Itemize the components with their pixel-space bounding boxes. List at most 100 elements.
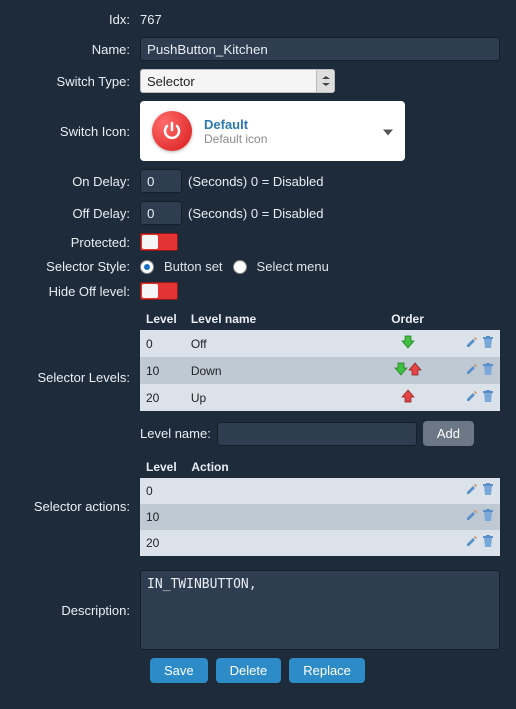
trash-icon[interactable] xyxy=(480,509,494,523)
trash-icon[interactable] xyxy=(480,363,494,377)
edit-icon[interactable] xyxy=(464,363,478,377)
row-actions xyxy=(440,478,500,504)
table-row: 0 xyxy=(140,478,500,504)
row-actions xyxy=(441,330,500,357)
level-cell: 0 xyxy=(140,330,185,357)
label-off-delay: Off Delay: xyxy=(10,206,140,221)
order-cell xyxy=(374,330,441,357)
label-switch-type: Switch Type: xyxy=(10,74,140,89)
switch-icon-picker[interactable]: Default Default icon xyxy=(140,101,405,161)
level-name-input[interactable] xyxy=(217,422,417,446)
off-delay-hint: (Seconds) 0 = Disabled xyxy=(188,206,324,221)
edit-icon[interactable] xyxy=(464,483,478,497)
actions-th-action: Action xyxy=(185,456,440,478)
label-idx: Idx: xyxy=(10,12,140,27)
name-input[interactable] xyxy=(140,37,500,61)
level-cell: 10 xyxy=(140,504,185,530)
description-textarea[interactable] xyxy=(140,570,500,650)
row-off-delay: Off Delay: (Seconds) 0 = Disabled xyxy=(10,201,506,225)
switch-type-select[interactable]: Selector xyxy=(140,69,335,93)
arrow-up-icon[interactable] xyxy=(401,389,415,403)
row-description: Description: xyxy=(10,570,506,650)
row-idx: Idx: 767 xyxy=(10,10,506,29)
actions-table: Level Action 01020 xyxy=(140,456,500,556)
off-delay-input[interactable] xyxy=(140,201,182,225)
trash-icon[interactable] xyxy=(480,535,494,549)
edit-icon[interactable] xyxy=(464,390,478,404)
edit-icon[interactable] xyxy=(464,535,478,549)
on-delay-hint: (Seconds) 0 = Disabled xyxy=(188,174,324,189)
level-cell: 0 xyxy=(140,478,185,504)
switch-type-value: Selector xyxy=(147,74,195,89)
row-selector-style: Selector Style: Button set Select menu xyxy=(10,259,506,274)
level-cell: 20 xyxy=(140,530,185,556)
level-add-row: Level name: Add xyxy=(140,421,506,446)
action-cell xyxy=(185,478,440,504)
row-switch-icon: Switch Icon: Default Default icon xyxy=(10,101,506,161)
level-cell: 20 xyxy=(140,384,185,411)
label-description: Description: xyxy=(10,603,140,618)
action-cell xyxy=(185,530,440,556)
table-row: 10Down xyxy=(140,357,500,384)
trash-icon[interactable] xyxy=(480,483,494,497)
radio-button-set-label: Button set xyxy=(164,259,223,274)
replace-button[interactable]: Replace xyxy=(289,658,365,683)
row-name: Name: xyxy=(10,37,506,61)
chevron-down-icon xyxy=(383,124,393,139)
on-delay-input[interactable] xyxy=(140,169,182,193)
table-row: 20Up xyxy=(140,384,500,411)
row-actions xyxy=(441,384,500,411)
power-icon xyxy=(152,111,192,151)
icon-subtitle: Default icon xyxy=(204,132,267,146)
row-on-delay: On Delay: (Seconds) 0 = Disabled xyxy=(10,169,506,193)
row-actions xyxy=(441,357,500,384)
label-switch-icon: Switch Icon: xyxy=(10,124,140,139)
actions-th-level: Level xyxy=(140,456,185,478)
row-selector-levels: Selector Levels: Level Level name Order … xyxy=(10,308,506,446)
order-cell xyxy=(374,357,441,384)
form-actions: Save Delete Replace xyxy=(150,658,506,683)
label-hide-off: Hide Off level: xyxy=(10,284,140,299)
select-dropdown-icon xyxy=(316,70,334,92)
label-level-name: Level name: xyxy=(140,426,211,441)
radio-button-set[interactable] xyxy=(140,260,154,274)
table-row: 10 xyxy=(140,504,500,530)
label-name: Name: xyxy=(10,42,140,57)
levels-th-order: Order xyxy=(374,308,441,330)
level-cell: 10 xyxy=(140,357,185,384)
label-selector-style: Selector Style: xyxy=(10,259,140,274)
delete-button[interactable]: Delete xyxy=(216,658,282,683)
trash-icon[interactable] xyxy=(480,336,494,350)
row-switch-type: Switch Type: Selector xyxy=(10,69,506,93)
edit-icon[interactable] xyxy=(464,336,478,350)
label-on-delay: On Delay: xyxy=(10,174,140,189)
arrow-down-icon[interactable] xyxy=(394,362,408,376)
levels-table: Level Level name Order 0Off10Down20Up xyxy=(140,308,500,411)
save-button[interactable]: Save xyxy=(150,658,208,683)
add-button[interactable]: Add xyxy=(423,421,474,446)
level-name-cell: Off xyxy=(185,330,374,357)
protected-toggle[interactable] xyxy=(140,233,178,251)
icon-title: Default xyxy=(204,117,267,132)
edit-icon[interactable] xyxy=(464,509,478,523)
radio-select-menu-label: Select menu xyxy=(257,259,329,274)
label-protected: Protected: xyxy=(10,235,140,250)
table-row: 20 xyxy=(140,530,500,556)
row-protected: Protected: xyxy=(10,233,506,251)
action-cell xyxy=(185,504,440,530)
level-name-cell: Down xyxy=(185,357,374,384)
levels-th-name: Level name xyxy=(185,308,374,330)
hide-off-toggle[interactable] xyxy=(140,282,178,300)
label-selector-levels: Selector Levels: xyxy=(10,370,140,385)
row-actions xyxy=(440,530,500,556)
trash-icon[interactable] xyxy=(480,390,494,404)
arrow-down-icon[interactable] xyxy=(401,335,415,349)
arrow-up-icon[interactable] xyxy=(408,362,422,376)
label-selector-actions: Selector actions: xyxy=(10,499,140,514)
table-row: 0Off xyxy=(140,330,500,357)
levels-th-level: Level xyxy=(140,308,185,330)
radio-select-menu[interactable] xyxy=(233,260,247,274)
order-cell xyxy=(374,384,441,411)
row-selector-actions: Selector actions: Level Action 01020 xyxy=(10,456,506,556)
level-name-cell: Up xyxy=(185,384,374,411)
